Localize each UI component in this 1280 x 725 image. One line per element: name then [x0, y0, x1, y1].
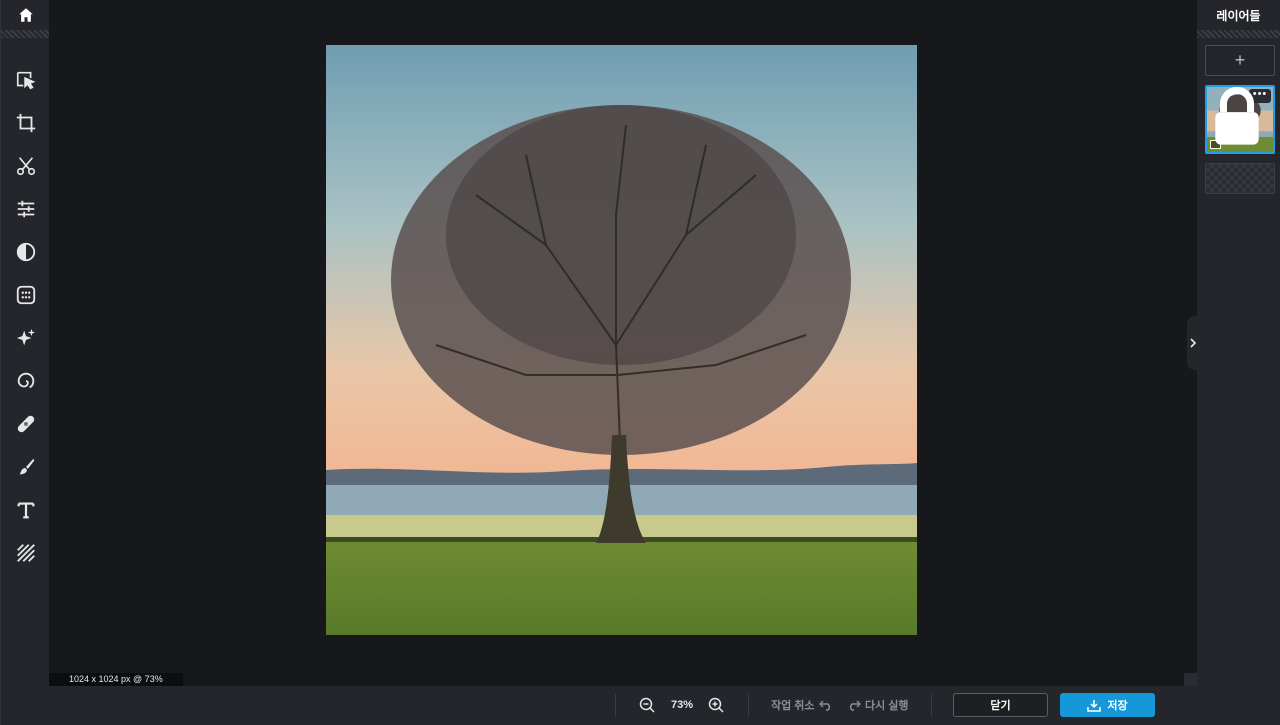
tool-retouch[interactable]	[1, 316, 50, 359]
zoom-level: 73%	[670, 699, 694, 711]
tool-arrange[interactable]	[1, 58, 50, 101]
scroll-corner	[1184, 673, 1197, 686]
save-button[interactable]: 저장	[1060, 693, 1155, 717]
layer-item-image[interactable]: •••	[1205, 85, 1275, 154]
tool-filter[interactable]	[1, 273, 50, 316]
text-icon	[17, 501, 34, 518]
layers-panel: 레이어들 + •••	[1197, 0, 1280, 725]
tool-draw[interactable]	[1, 445, 50, 488]
tree-landscape-image	[326, 45, 917, 635]
scissors-icon	[16, 156, 35, 175]
divider	[931, 694, 932, 716]
add-layer-button[interactable]: +	[1205, 45, 1275, 76]
toolbar-grip	[1, 30, 50, 38]
undo-icon	[818, 700, 830, 711]
zoom-out-icon[interactable]	[638, 696, 656, 714]
tool-crop[interactable]	[1, 101, 50, 144]
tool-text[interactable]	[1, 488, 50, 531]
chevron-right-icon	[1190, 338, 1197, 348]
divider	[748, 694, 749, 716]
save-label: 저장	[1107, 700, 1128, 712]
home-icon	[18, 8, 33, 22]
home-button[interactable]	[1, 0, 50, 30]
brush-icon	[19, 458, 34, 474]
photo-editor-app: 1024 x 1024 px @ 73% 레이어들 + ••• 73% 작업 취…	[0, 0, 1280, 725]
tool-cutout[interactable]	[1, 144, 50, 187]
tool-liquify[interactable]	[1, 359, 50, 402]
sparkle-icon	[16, 328, 35, 345]
panel-grip	[1197, 30, 1280, 38]
redo-icon	[849, 700, 861, 711]
left-toolbar	[0, 0, 50, 725]
sliders-icon	[17, 200, 34, 217]
layer-item-transparent[interactable]	[1205, 163, 1275, 194]
contrast-icon	[16, 242, 35, 261]
canvas-size-readout: 1024 x 1024 px @ 73%	[49, 673, 183, 686]
zoom-in-icon[interactable]	[707, 696, 725, 714]
redo-label: 다시 실행	[865, 700, 909, 712]
canvas-area[interactable]: 1024 x 1024 px @ 73%	[49, 0, 1197, 686]
divider	[615, 694, 616, 716]
dots-grid-icon	[16, 285, 35, 304]
tool-list	[1, 58, 50, 574]
close-button[interactable]: 닫기	[953, 693, 1048, 717]
select-arrow-icon	[16, 71, 36, 89]
canvas-image[interactable]	[326, 45, 917, 635]
tool-effects[interactable]	[1, 230, 50, 273]
tool-heal[interactable]	[1, 402, 50, 445]
hatch-icon	[16, 543, 35, 562]
crop-icon	[16, 113, 35, 132]
tool-pattern[interactable]	[1, 531, 50, 574]
redo-button[interactable]: 다시 실행	[847, 695, 909, 715]
tool-adjust[interactable]	[1, 187, 50, 230]
undo-label: 작업 취소	[771, 700, 815, 712]
panel-collapse-toggle[interactable]	[1187, 316, 1199, 370]
lock-icon[interactable]	[1205, 85, 1270, 150]
bandage-icon	[17, 415, 34, 432]
bottom-bar: 73% 작업 취소 다시 실행 닫기 저장	[49, 686, 1197, 725]
layers-panel-title: 레이어들	[1216, 8, 1261, 23]
spiral-icon	[17, 372, 34, 388]
undo-button[interactable]: 작업 취소	[771, 695, 833, 715]
download-icon	[1087, 699, 1102, 712]
